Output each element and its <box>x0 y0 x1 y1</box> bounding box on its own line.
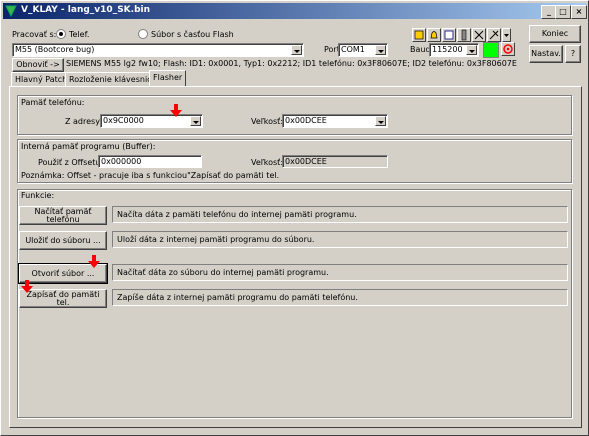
bell-icon[interactable] <box>427 28 441 42</box>
annotation-arrow-icon <box>88 255 100 268</box>
title-bar: V_KLAY - lang_v10_SK.bin _ □ × <box>3 3 587 19</box>
window-title: V_KLAY - lang_v10_SK.bin <box>21 5 151 15</box>
chevron-down-icon[interactable] <box>466 45 477 55</box>
memory-size-label: Veľkosť: <box>251 117 284 126</box>
phone-book-icon[interactable] <box>412 28 426 42</box>
read-phone-memory-button[interactable]: Načítať pamäť telefónu <box>19 206 107 225</box>
save-to-file-button[interactable]: Uložiť do súboru ... <box>19 231 107 250</box>
offset-value: 0x000000 <box>101 157 142 166</box>
phone-model-value: M55 (Bootcore bug) <box>15 45 95 54</box>
tools-icon[interactable] <box>472 28 486 42</box>
help-button[interactable]: ? <box>565 45 581 63</box>
offset-label: Použiť z Offsetu: <box>38 158 104 167</box>
offset-input[interactable]: 0x000000 <box>98 155 202 168</box>
chevron-down-icon[interactable] <box>291 45 302 55</box>
phone-model-select[interactable]: M55 (Bootcore bug) <box>12 43 304 57</box>
buffer-size-field: 0x00DCEE <box>282 155 388 168</box>
buffer-title: Interná pamäť programu (Buffer): <box>21 142 156 151</box>
memory-size-select[interactable]: 0x00DCEE <box>282 114 388 128</box>
chevron-down-icon[interactable] <box>190 116 201 126</box>
end-button[interactable]: Koniec <box>529 25 581 43</box>
phone-info-text: SIEMENS M55 lg2 fw10; Flash: ID1: 0x0001… <box>66 59 517 68</box>
annotation-arrow-icon <box>170 104 182 117</box>
buffer-size-value: 0x00DCEE <box>285 157 327 166</box>
radio-phone[interactable] <box>56 29 66 39</box>
maximize-button[interactable]: □ <box>555 5 571 19</box>
functions-title: Funkcie: <box>21 191 55 200</box>
tools-menu-dropdown[interactable] <box>502 28 511 42</box>
chevron-down-icon[interactable] <box>375 45 386 55</box>
app-logo-icon <box>5 5 17 17</box>
address-select[interactable]: 0x9C0000 <box>100 114 203 128</box>
phone-memory-title: Pamäť telefónu: <box>21 98 85 107</box>
buffer-note: Poznámka: Offset - pracuje iba s funkcio… <box>21 171 280 180</box>
radio-phone-label: Telef. <box>69 30 90 39</box>
app-window: V_KLAY - lang_v10_SK.bin _ □ × Pracovať … <box>0 0 589 436</box>
radio-file[interactable] <box>138 29 148 39</box>
port-select[interactable]: COM1 <box>338 43 388 57</box>
read-phone-memory-desc: Načíta dáta z pamäti telefónu do interne… <box>112 206 568 223</box>
write-phone-memory-desc: Zapíše dáta z internej pamäti programu d… <box>112 289 568 306</box>
close-button[interactable]: × <box>571 5 587 19</box>
buffer-size-label: Veľkosť: <box>251 158 284 167</box>
open-file-desc: Načítať dáta zo súboru do internej pamät… <box>112 264 568 281</box>
chevron-down-icon[interactable] <box>375 116 386 126</box>
tab-flasher[interactable]: Flasher <box>149 70 187 87</box>
baud-select[interactable]: 115200 <box>429 43 479 57</box>
memory-size-value: 0x00DCEE <box>285 116 327 125</box>
baud-value: 115200 <box>432 45 463 54</box>
phone-icon[interactable] <box>457 28 471 42</box>
port-value: COM1 <box>341 45 365 54</box>
address-value: 0x9C0000 <box>103 116 144 125</box>
connection-status-indicator <box>483 42 499 58</box>
save-to-file-desc: Uloží dáta z internej pamäti programu do… <box>112 231 568 248</box>
annotation-arrow-icon <box>21 280 33 293</box>
address-label: Z adresy: <box>65 117 103 126</box>
work-with-label: Pracovať s: <box>12 30 57 39</box>
radio-file-label: Súbor s časťou Flash <box>151 30 234 39</box>
baud-label: Baud <box>410 45 431 54</box>
tools-alt-icon[interactable] <box>487 28 501 42</box>
tab-keyboard-layout[interactable]: Rozloženie klávesnice <box>65 72 161 87</box>
refresh-button[interactable]: Obnoviť -> <box>12 58 64 72</box>
settings-button[interactable]: Nastav. <box>529 45 563 63</box>
tab-main-patch[interactable]: Hlavný Patch <box>11 72 72 87</box>
stop-icon[interactable] <box>501 42 515 56</box>
calendar-icon[interactable] <box>442 28 456 42</box>
